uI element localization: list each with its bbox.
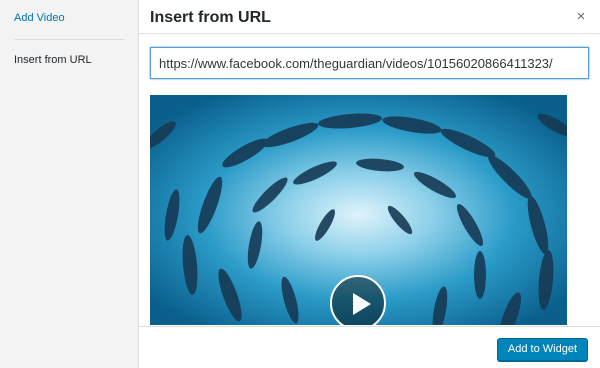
- media-sidebar: Add Video Insert from URL: [0, 0, 139, 368]
- close-icon[interactable]: ×: [574, 9, 588, 24]
- sidebar-item-add-video[interactable]: Add Video: [14, 12, 65, 24]
- play-triangle: [353, 293, 371, 315]
- media-frame: Insert from URL × https://www.facebook.c…: [139, 0, 600, 368]
- frame-header: Insert from URL ×: [139, 0, 600, 34]
- add-to-widget-button[interactable]: Add to Widget: [496, 338, 588, 361]
- play-icon[interactable]: [330, 275, 386, 325]
- sidebar-item-insert-from-url[interactable]: Insert from URL: [14, 54, 92, 66]
- url-input[interactable]: [150, 47, 589, 79]
- media-toolbar: Add to Widget: [139, 326, 600, 368]
- video-preview[interactable]: [150, 95, 567, 325]
- page-title: Insert from URL: [150, 9, 271, 26]
- sidebar-separator: [14, 39, 124, 40]
